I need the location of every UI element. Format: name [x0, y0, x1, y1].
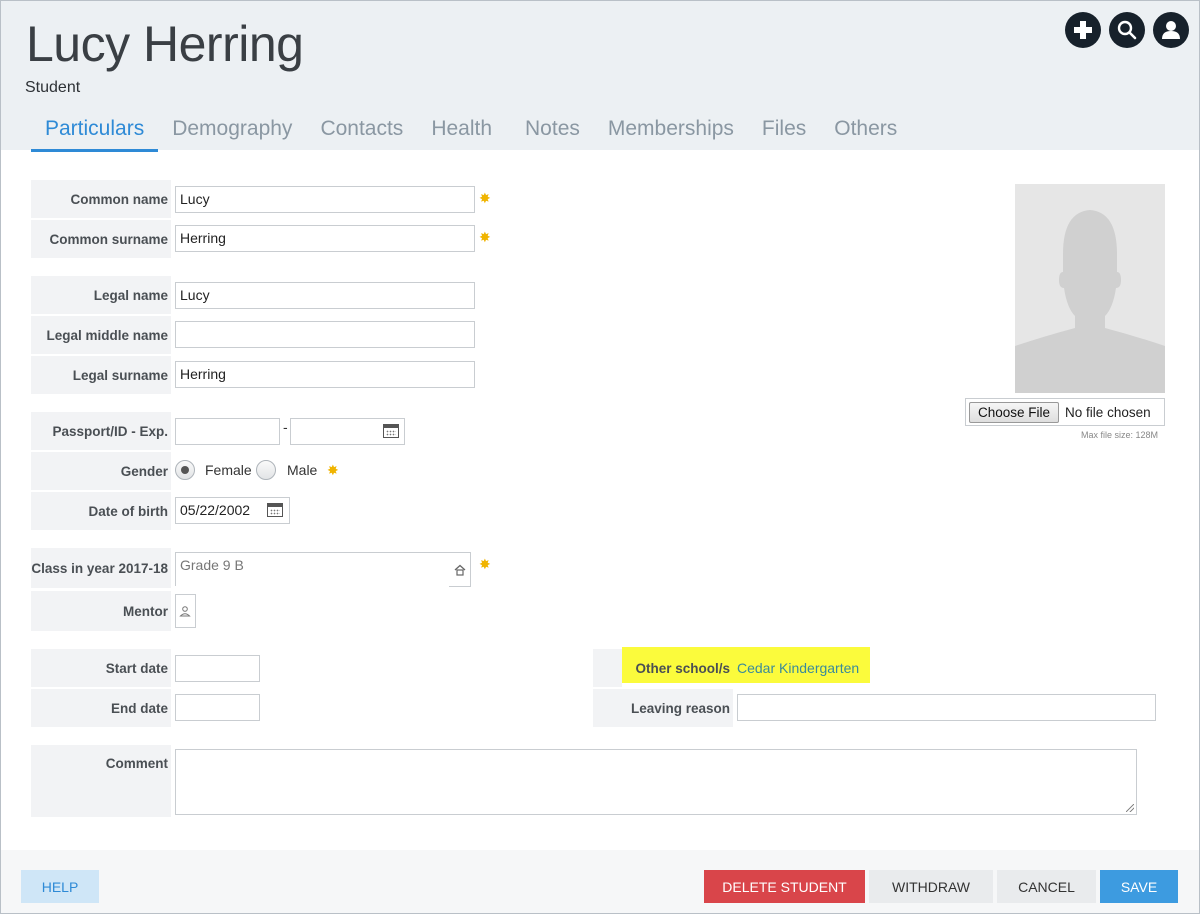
- user-icon[interactable]: [1153, 12, 1189, 48]
- cancel-button[interactable]: CANCEL: [997, 870, 1096, 903]
- mentor-label: Mentor: [31, 591, 171, 631]
- passport-separator: -: [283, 419, 288, 435]
- tab-memberships[interactable]: Memberships: [594, 111, 748, 152]
- resize-grip[interactable]: [1126, 804, 1134, 812]
- legal-middle-name-label: Legal middle name: [31, 316, 171, 354]
- tab-bar: Particulars Demography Contacts Health N…: [31, 111, 911, 152]
- delete-student-button[interactable]: DELETE STUDENT: [704, 870, 865, 903]
- gender-female-radio[interactable]: [175, 460, 195, 480]
- no-file-text: No file chosen: [1065, 404, 1151, 420]
- gender-label: Gender: [31, 452, 171, 490]
- plus-circle-icon[interactable]: [1065, 12, 1101, 48]
- comment-textarea[interactable]: [175, 749, 1137, 815]
- gender-female-label: Female: [205, 462, 252, 478]
- required-marker: ✸: [479, 190, 491, 206]
- tab-contacts[interactable]: Contacts: [306, 111, 417, 152]
- person-icon[interactable]: [179, 604, 191, 622]
- page-subtitle: Student: [25, 79, 81, 96]
- common-surname-label: Common surname: [31, 220, 171, 258]
- required-marker: ✸: [327, 462, 339, 478]
- class-label: Class in year 2017-18: [31, 548, 171, 588]
- legal-surname-input[interactable]: Herring: [175, 361, 475, 388]
- page-title: Lucy Herring: [26, 16, 304, 72]
- tab-particulars[interactable]: Particulars: [31, 111, 159, 152]
- required-marker: ✸: [479, 556, 491, 572]
- gender-male-radio[interactable]: [256, 460, 276, 480]
- avatar: [1015, 184, 1165, 393]
- home-icon[interactable]: [454, 563, 466, 581]
- class-input[interactable]: Grade 9 B: [175, 552, 471, 586]
- leaving-reason-label: Leaving reason: [593, 689, 733, 727]
- choose-file-button[interactable]: Choose File: [969, 401, 1060, 423]
- tab-demography[interactable]: Demography: [158, 111, 306, 152]
- max-file-size-note: Max file size: 128M: [1081, 430, 1159, 440]
- common-name-label: Common name: [31, 180, 171, 218]
- search-icon[interactable]: [1109, 12, 1145, 48]
- start-date-input[interactable]: [175, 655, 260, 682]
- legal-surname-label: Legal surname: [31, 356, 171, 394]
- start-date-label: Start date: [31, 649, 171, 687]
- help-button[interactable]: HELP: [21, 870, 99, 903]
- legal-name-label: Legal name: [31, 276, 171, 314]
- end-date-label: End date: [31, 689, 171, 727]
- withdraw-button[interactable]: WITHDRAW: [869, 870, 993, 903]
- page-header: Lucy Herring Student Particulars Demogra…: [1, 1, 1199, 152]
- common-name-input[interactable]: Lucy: [175, 186, 475, 213]
- tab-files[interactable]: Files: [748, 111, 820, 152]
- other-schools-link[interactable]: Cedar Kindergarten: [737, 660, 859, 676]
- passport-input[interactable]: [175, 418, 280, 445]
- file-chooser: Choose File No file chosen: [965, 398, 1165, 426]
- end-date-input[interactable]: [175, 694, 260, 721]
- common-surname-input[interactable]: Herring: [175, 225, 475, 252]
- tab-others[interactable]: Others: [820, 111, 911, 152]
- header-actions: [1065, 12, 1189, 48]
- comment-label: Comment: [31, 745, 171, 817]
- calendar-icon[interactable]: [267, 503, 283, 517]
- gender-male-label: Male: [287, 462, 318, 478]
- leaving-reason-input[interactable]: [737, 694, 1156, 721]
- passport-label: Passport/ID - Exp.: [31, 412, 171, 450]
- calendar-icon[interactable]: [383, 424, 399, 438]
- dob-label: Date of birth: [31, 492, 171, 530]
- legal-middle-name-input[interactable]: [175, 321, 475, 348]
- save-button[interactable]: SAVE: [1100, 870, 1178, 903]
- tab-notes[interactable]: Notes: [511, 111, 594, 152]
- tab-health[interactable]: Health: [417, 111, 506, 152]
- required-marker: ✸: [479, 229, 491, 245]
- legal-name-input[interactable]: Lucy: [175, 282, 475, 309]
